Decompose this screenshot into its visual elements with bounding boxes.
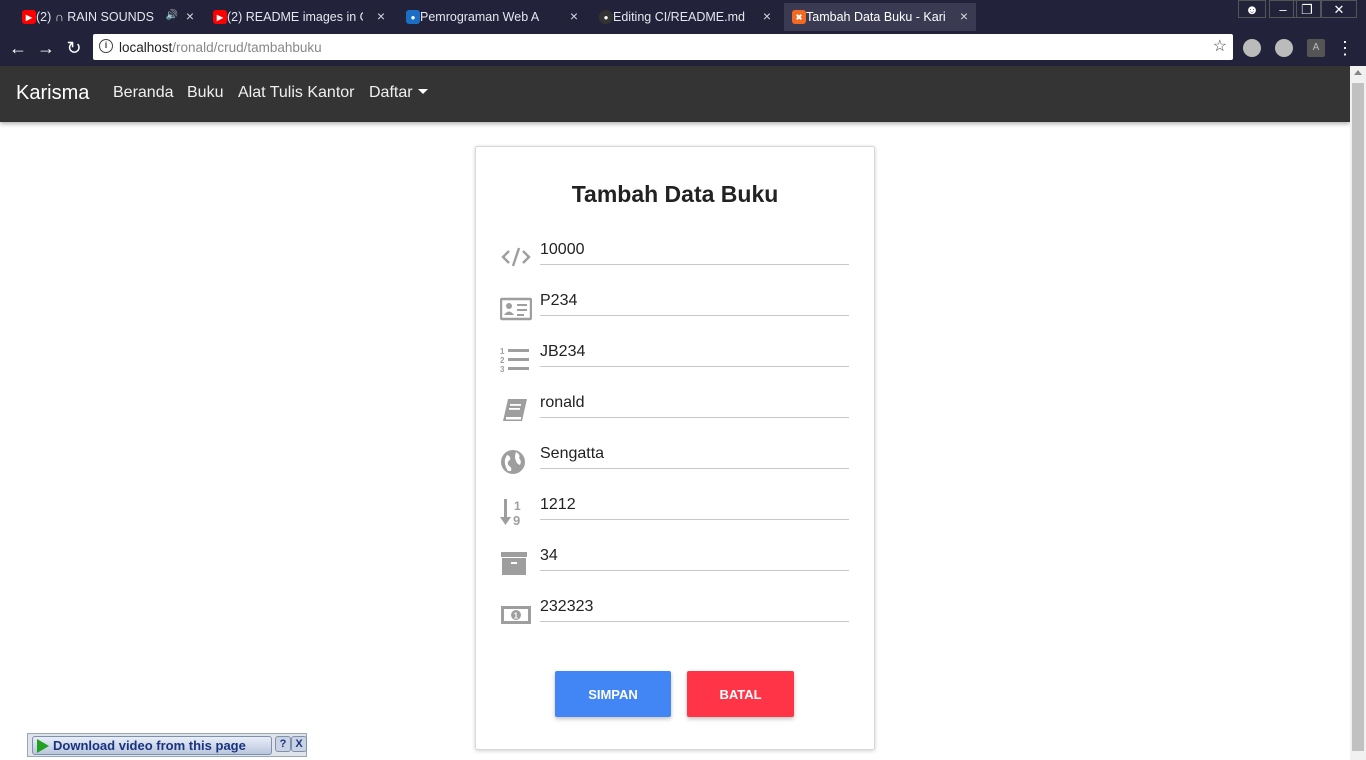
url-host: localhost: [119, 39, 173, 55]
restore-button[interactable]: ❐: [1293, 0, 1321, 18]
form-row: [500, 541, 850, 581]
cancel-button[interactable]: BATAL: [687, 671, 794, 717]
tab-title: Tambah Data Buku - Karis: [806, 10, 946, 24]
tab-close-icon[interactable]: ×: [960, 8, 968, 24]
form-row: [499, 286, 850, 326]
svg-text:1: 1: [500, 347, 505, 356]
browser-tab[interactable]: ▶ (2) README images in Gi ×: [205, 3, 393, 31]
tab-title: Pemrograman Web A: [420, 10, 540, 24]
id-card-icon: [499, 294, 533, 322]
price-input[interactable]: [540, 592, 849, 622]
browser-address-bar: ← → ↻ i localhost/ronald/crud/tambahbuku…: [0, 31, 1366, 66]
book-code-input[interactable]: [540, 235, 849, 265]
nav-dropdown-label: Daftar: [369, 84, 413, 101]
form-title: Tambah Data Buku: [571, 181, 779, 207]
year-input[interactable]: [540, 490, 849, 520]
tab-title: (2) README images in Gi: [227, 10, 363, 24]
form-row: [500, 439, 850, 479]
ordered-list-icon: 123: [500, 345, 532, 374]
nav-link-buku[interactable]: Buku: [187, 84, 223, 102]
reload-icon[interactable]: ↻: [62, 36, 86, 60]
close-window-button[interactable]: ✕: [1321, 0, 1357, 18]
form-row: [500, 388, 850, 428]
scroll-up-arrow-icon[interactable]: [1354, 70, 1362, 75]
book-icon: [500, 396, 532, 424]
sort-numeric-icon: 19: [500, 498, 532, 528]
archive-icon: [500, 549, 532, 577]
form-row: 1: [500, 592, 850, 632]
save-button[interactable]: SIMPAN: [555, 671, 671, 717]
play-icon: [37, 738, 49, 753]
browser-tab[interactable]: ▶ (2) ∩ RAIN SOUNDS 🔊 ×: [14, 3, 202, 31]
tab-close-icon[interactable]: ×: [186, 8, 194, 24]
globe-icon: [500, 447, 532, 475]
svg-text:2: 2: [500, 356, 505, 365]
close-icon[interactable]: X: [291, 736, 307, 752]
svg-text:3: 3: [500, 365, 505, 373]
money-bill-icon: 1: [500, 600, 532, 628]
url-input[interactable]: i localhost/ronald/crud/tambahbuku ☆: [93, 34, 1233, 60]
tab-close-icon[interactable]: ×: [763, 8, 771, 24]
extension-icon[interactable]: [1275, 39, 1293, 57]
caret-down-icon: [417, 89, 428, 94]
scroll-thumb[interactable]: [1352, 83, 1364, 751]
navbar-brand[interactable]: Karisma: [16, 82, 89, 105]
youtube-icon: ▶: [22, 10, 36, 24]
nav-link-beranda[interactable]: Beranda: [113, 84, 174, 102]
pdf-extension-icon[interactable]: A: [1307, 39, 1325, 57]
form-row: 123: [500, 337, 850, 377]
svg-text:9: 9: [513, 513, 520, 526]
form-row: [500, 235, 850, 275]
browser-tab[interactable]: ● Pemrograman Web A ×: [398, 3, 586, 31]
add-book-card: Tambah Data Buku 123 19: [475, 146, 875, 750]
back-arrow-icon[interactable]: ←: [6, 36, 30, 60]
xampp-icon: ✖: [792, 10, 806, 24]
browser-tab[interactable]: ● Editing CI/README.md at ×: [591, 3, 779, 31]
nav-link-alat-tulis-kantor[interactable]: Alat Tulis Kantor: [238, 84, 355, 102]
city-input[interactable]: [540, 439, 849, 469]
svg-text:1: 1: [514, 612, 519, 621]
profile-icon: ●: [406, 10, 420, 24]
help-icon[interactable]: ?: [275, 736, 291, 752]
svg-text:1: 1: [514, 499, 521, 513]
browser-menu-icon[interactable]: ⋮: [1336, 39, 1354, 57]
github-icon: ●: [599, 10, 613, 24]
book-type-input[interactable]: [540, 337, 849, 367]
author-input[interactable]: [540, 388, 849, 418]
browser-tab-bar: ▶ (2) ∩ RAIN SOUNDS 🔊 × ▶ (2) README ima…: [0, 0, 1366, 31]
browser-tab-active[interactable]: ✖ Tambah Data Buku - Karis ×: [784, 3, 976, 31]
site-navbar: Karisma Beranda Buku Alat Tulis Kantor D…: [0, 66, 1350, 122]
tab-title: Editing CI/README.md at: [613, 10, 749, 24]
nav-dropdown-daftar[interactable]: Daftar: [369, 84, 428, 102]
extension-icon[interactable]: [1243, 39, 1261, 57]
page-scrollbar[interactable]: [1350, 66, 1366, 760]
download-video-label: Download video from this page: [53, 738, 246, 753]
youtube-icon: ▶: [213, 10, 227, 24]
download-video-button[interactable]: Download video from this page: [32, 736, 272, 755]
publisher-code-input[interactable]: [540, 286, 849, 316]
download-helper-bar: Download video from this page ? X: [27, 733, 307, 757]
url-path: /ronald/crud/tambahbuku: [172, 39, 322, 55]
bookmark-star-icon[interactable]: ☆: [1213, 36, 1227, 56]
forward-arrow-icon[interactable]: →: [34, 36, 58, 60]
form-row: 19: [500, 490, 850, 530]
tab-close-icon[interactable]: ×: [377, 8, 385, 24]
site-info-icon[interactable]: i: [99, 39, 113, 53]
speaker-icon[interactable]: 🔊: [166, 10, 178, 21]
profile-button[interactable]: ☻: [1238, 0, 1266, 18]
stock-input[interactable]: [540, 541, 849, 571]
tab-close-icon[interactable]: ×: [570, 8, 578, 24]
code-icon: [500, 243, 532, 271]
tab-title: (2) ∩ RAIN SOUNDS: [36, 10, 155, 24]
